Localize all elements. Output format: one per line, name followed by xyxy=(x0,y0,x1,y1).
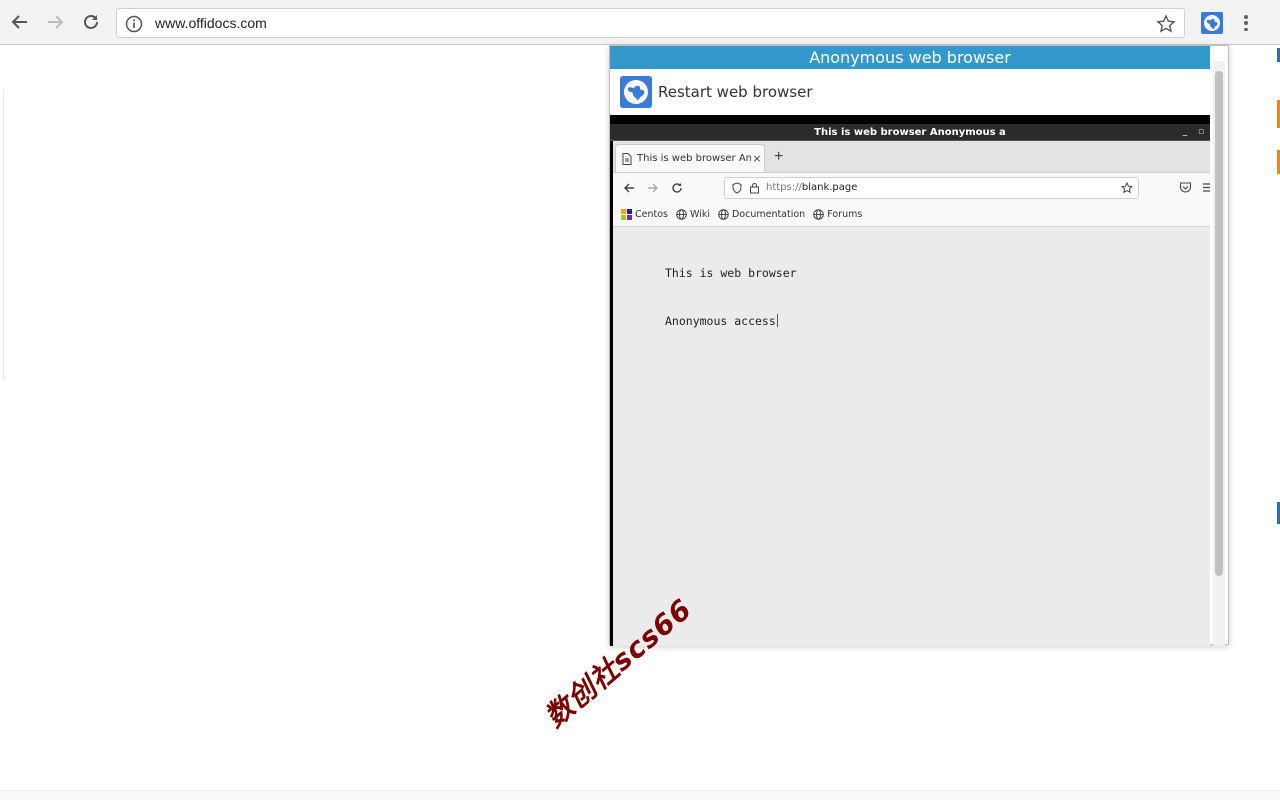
page-bottom-strip xyxy=(0,790,1280,800)
bookmark-forums[interactable]: Forums xyxy=(813,209,862,220)
restart-browser-button[interactable]: Restart web browser xyxy=(610,69,1210,115)
tab-bar: This is web browser Anonymous × + xyxy=(613,141,1210,173)
shield-icon[interactable] xyxy=(731,182,743,194)
maximize-icon[interactable]: ▫ xyxy=(1196,127,1206,137)
vm-window-title: This is web browser Anonymous a xyxy=(814,126,1006,138)
page-divider xyxy=(3,90,4,380)
page-icon xyxy=(622,152,632,165)
restart-label: Restart web browser xyxy=(658,83,813,101)
tab-title: This is web browser Anonymous xyxy=(637,153,751,164)
globe-extension-icon[interactable] xyxy=(1201,12,1223,34)
arrow-left-icon xyxy=(11,15,27,29)
remote-desktop-view[interactable]: This is web browser Anonymous a _ ▫ This… xyxy=(610,115,1210,646)
popup-scrollbar[interactable] xyxy=(1213,61,1225,646)
url-text: www.offidocs.com xyxy=(155,15,267,31)
arrow-right-icon[interactable] xyxy=(646,181,660,195)
reload-button[interactable] xyxy=(80,11,102,33)
url-text: https://blank.page xyxy=(766,182,858,193)
address-bar[interactable]: www.offidocs.com xyxy=(116,8,1185,38)
menu-button[interactable] xyxy=(1236,12,1256,34)
page-content[interactable]: This is web browser Anonymous access xyxy=(613,228,1210,646)
bookmarks-toolbar: Centos Wiki Documentation Forums xyxy=(613,203,1210,227)
centos-icon xyxy=(621,209,632,220)
firefox-window: This is web browser Anonymous × + https:… xyxy=(613,141,1210,646)
forward-button[interactable] xyxy=(44,11,66,33)
star-icon[interactable] xyxy=(1156,14,1176,34)
reload-icon[interactable] xyxy=(670,181,684,195)
pocket-icon[interactable] xyxy=(1179,181,1192,194)
lock-icon[interactable] xyxy=(749,182,760,194)
globe-icon xyxy=(718,209,729,220)
browser-toolbar: www.offidocs.com xyxy=(0,0,1280,45)
arrow-left-icon[interactable] xyxy=(622,181,636,195)
arrow-right-icon xyxy=(48,15,64,29)
close-tab-icon[interactable]: × xyxy=(751,152,763,165)
content-line-editable[interactable]: Anonymous access xyxy=(665,314,778,328)
info-icon[interactable] xyxy=(125,15,143,33)
globe-icon xyxy=(676,209,687,220)
hamburger-menu-icon[interactable] xyxy=(1203,181,1210,194)
popup-title: Anonymous web browser xyxy=(610,46,1210,69)
bookmark-wiki[interactable]: Wiki xyxy=(676,209,710,220)
reload-icon xyxy=(84,14,98,29)
bookmark-documentation[interactable]: Documentation xyxy=(718,209,805,220)
content-line: This is web browser xyxy=(665,266,797,280)
bookmark-star-icon[interactable] xyxy=(1121,182,1133,194)
back-button[interactable] xyxy=(9,11,31,33)
globe-icon xyxy=(813,209,825,220)
minimize-icon[interactable]: _ xyxy=(1180,127,1190,137)
browser-tab[interactable]: This is web browser Anonymous × xyxy=(615,144,765,172)
bookmark-centos[interactable]: Centos xyxy=(621,209,668,220)
firefox-url-bar[interactable]: https://blank.page xyxy=(724,177,1139,199)
vm-window-titlebar: This is web browser Anonymous a _ ▫ xyxy=(610,124,1210,141)
extension-popup: Anonymous web browser Restart web browse… xyxy=(609,45,1229,646)
firefox-navbar: https://blank.page xyxy=(613,173,1210,203)
globe-icon xyxy=(620,76,652,108)
new-tab-icon[interactable]: + xyxy=(774,148,783,166)
